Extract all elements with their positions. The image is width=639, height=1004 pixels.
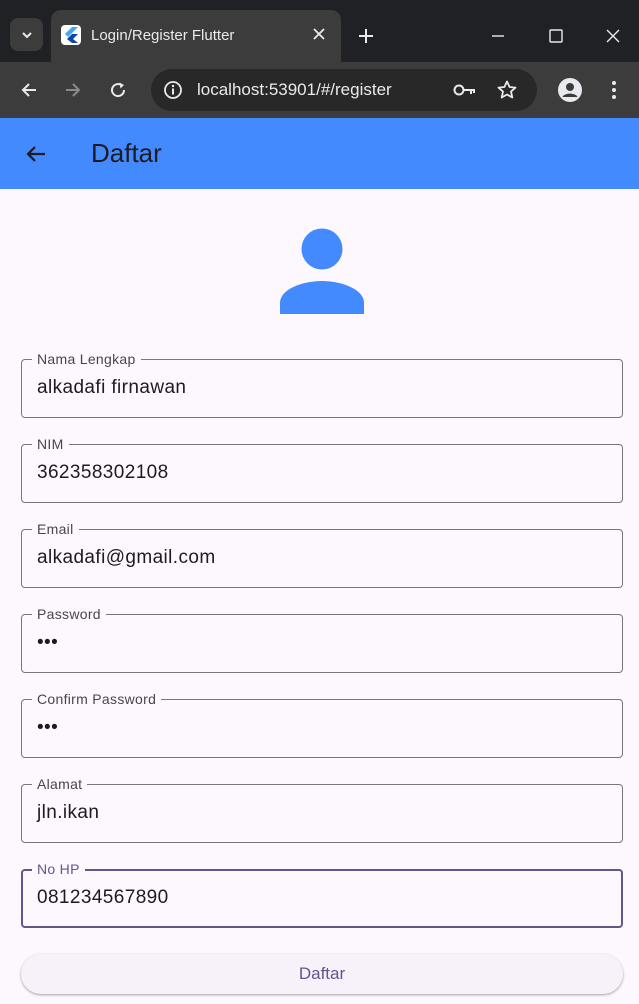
- window-close-button[interactable]: [599, 22, 627, 50]
- field-value[interactable]: 081234567890: [37, 887, 169, 909]
- reload-button[interactable]: [104, 76, 132, 104]
- field-label: No HP: [32, 861, 85, 877]
- minimize-icon: [492, 35, 504, 37]
- page-title: Daftar: [91, 138, 162, 168]
- person-icon: [276, 226, 368, 316]
- field-value[interactable]: •••: [37, 717, 58, 739]
- arrow-right-icon: [66, 83, 81, 97]
- nim-field[interactable]: NIM 362358302108: [21, 436, 623, 503]
- tab-list-button[interactable]: [10, 18, 43, 51]
- chevron-down-icon: [21, 31, 32, 38]
- flutter-icon: [61, 25, 81, 45]
- confirm-password-field[interactable]: Confirm Password •••: [21, 691, 623, 758]
- reload-icon: [111, 82, 126, 98]
- field-label: NIM: [32, 436, 69, 452]
- field-value[interactable]: alkadafi@gmail.com: [37, 547, 216, 569]
- key-icon[interactable]: [453, 78, 477, 102]
- field-value[interactable]: •••: [37, 632, 58, 654]
- browser-tab[interactable]: Login/Register Flutter: [51, 10, 341, 62]
- plus-icon: [359, 29, 373, 43]
- nama-lengkap-field[interactable]: Nama Lengkap alkadafi firnawan: [21, 351, 623, 418]
- more-vert-icon: [612, 81, 616, 99]
- no-hp-field[interactable]: No HP 081234567890: [21, 861, 623, 928]
- address-bar[interactable]: localhost:53901/#/register: [151, 69, 537, 111]
- field-value[interactable]: 362358302108: [37, 462, 169, 484]
- arrow-left-icon: [21, 83, 36, 97]
- back-button[interactable]: [20, 138, 52, 170]
- forward-button[interactable]: [59, 76, 87, 104]
- maximize-button[interactable]: [542, 22, 570, 50]
- field-label: Nama Lengkap: [32, 351, 141, 367]
- info-icon[interactable]: [161, 78, 185, 102]
- field-value[interactable]: jln.ikan: [37, 802, 99, 824]
- close-icon: [606, 29, 620, 43]
- field-label: Confirm Password: [32, 691, 162, 707]
- close-icon[interactable]: [309, 24, 329, 44]
- new-tab-button[interactable]: [352, 22, 380, 50]
- field-value[interactable]: alkadafi firnawan: [37, 377, 186, 399]
- minimize-button[interactable]: [484, 22, 512, 50]
- maximize-icon: [549, 29, 563, 43]
- arrow-left-icon: [26, 146, 45, 162]
- email-field[interactable]: Email alkadafi@gmail.com: [21, 521, 623, 588]
- star-icon[interactable]: [495, 78, 519, 102]
- field-label: Password: [32, 606, 106, 622]
- field-label: Email: [32, 521, 79, 537]
- browser-tab-strip: Login/Register Flutter: [0, 0, 639, 62]
- daftar-button[interactable]: Daftar: [21, 954, 623, 994]
- field-label: Alamat: [32, 776, 88, 792]
- alamat-field[interactable]: Alamat jln.ikan: [21, 776, 623, 843]
- tab-title: Login/Register Flutter: [91, 27, 235, 44]
- browser-toolbar: localhost:53901/#/register: [0, 62, 639, 118]
- password-field[interactable]: Password •••: [21, 606, 623, 673]
- profile-button[interactable]: [556, 76, 584, 104]
- account-icon: [558, 78, 582, 102]
- app-bar: Daftar: [0, 118, 639, 189]
- browser-menu-button[interactable]: [602, 76, 626, 104]
- back-button[interactable]: [15, 76, 43, 104]
- url-text[interactable]: localhost:53901/#/register: [197, 80, 392, 100]
